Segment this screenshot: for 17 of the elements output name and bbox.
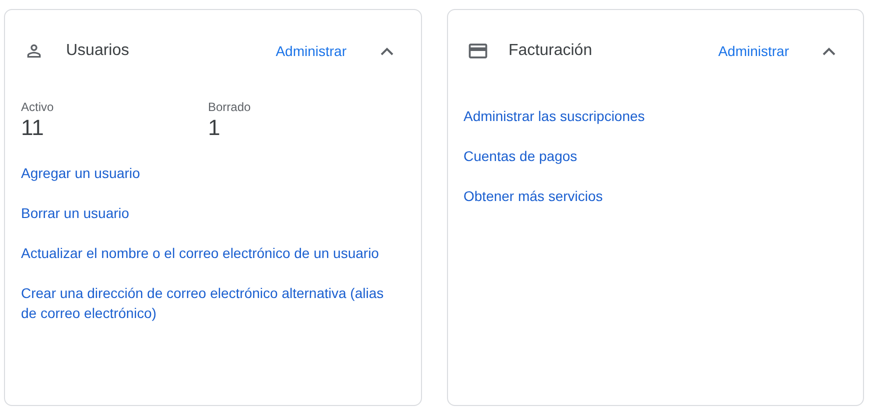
help-link[interactable]: Actualizar el nombre o el correo electrónico de un usuario [21, 243, 404, 263]
chevron-icon [822, 46, 836, 56]
manage-link[interactable]: Administrar [276, 40, 346, 62]
stat-value: 11 [21, 115, 45, 141]
help-link[interactable]: Administrar las suscripciones [464, 106, 847, 126]
card-title: Usuarios [66, 41, 130, 61]
help-link[interactable]: Agregar un usuario [21, 163, 404, 183]
help-link[interactable]: Cuentas de pagos [464, 146, 847, 166]
stat-label: Activo [21, 99, 55, 115]
card-title: Facturación [508, 41, 594, 61]
stat-label: Borrado [208, 99, 252, 115]
chevron-icon [380, 46, 394, 56]
help-link[interactable]: Obtener más servicios [464, 186, 847, 206]
help-link[interactable]: Crear una dirección de correo electrónico alternativa (alias de correo electrónico) [21, 283, 404, 323]
help-link[interactable]: Borrar un usuario [21, 203, 404, 223]
stat-value: 1 [208, 115, 222, 141]
manage-link[interactable]: Administrar [718, 40, 789, 62]
